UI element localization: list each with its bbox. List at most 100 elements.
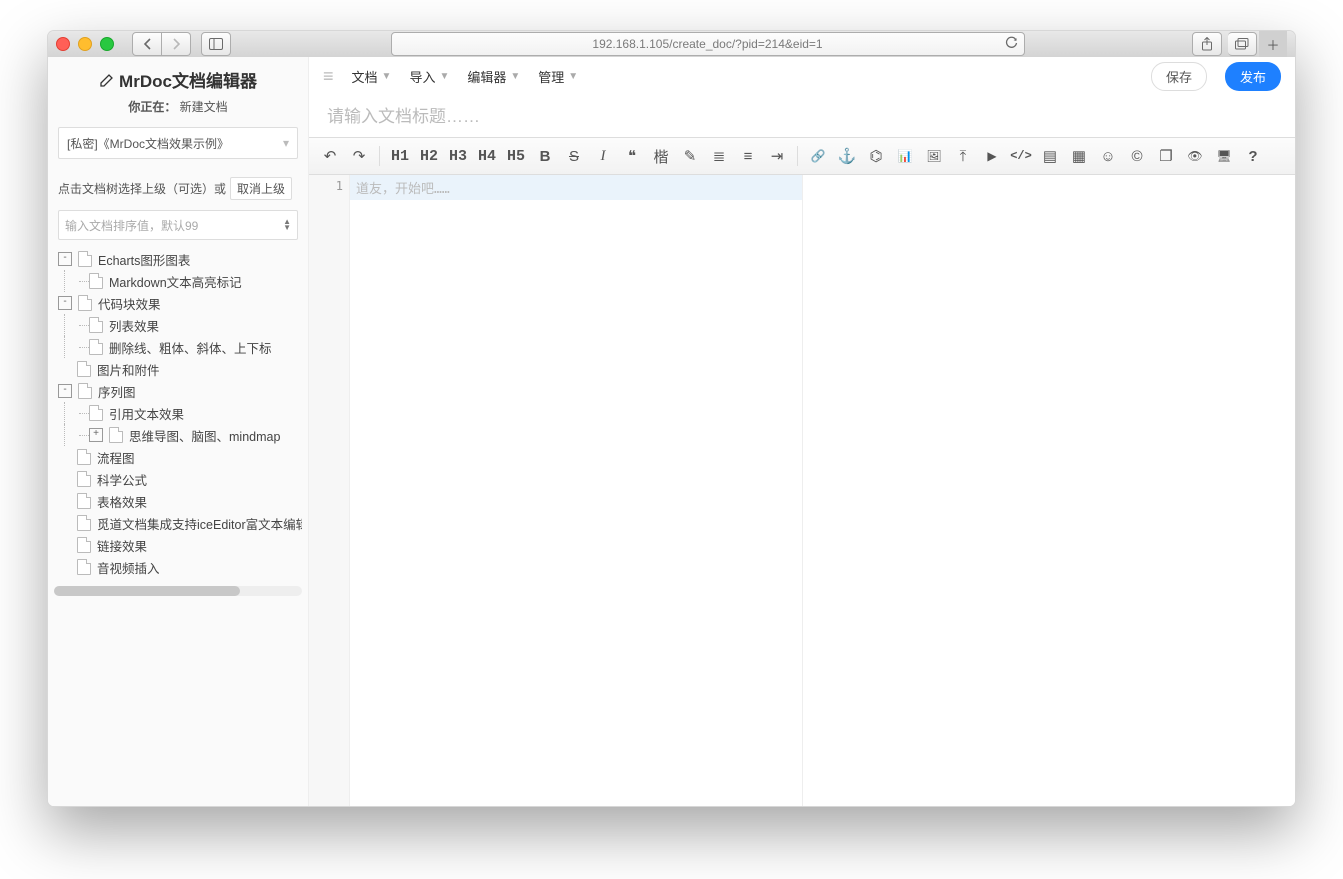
tree-label: 科学公式 — [97, 470, 147, 489]
forward-button[interactable] — [162, 32, 191, 56]
publish-button[interactable]: 发布 — [1225, 62, 1281, 91]
redo-button[interactable]: ↷ — [346, 143, 372, 169]
reload-icon[interactable] — [1005, 36, 1018, 49]
sort-placeholder: 输入文档排序值，默认99 — [65, 217, 198, 234]
tree-item[interactable]: 链接效果 — [58, 534, 302, 556]
copyright-button[interactable]: © — [1124, 143, 1150, 169]
file-icon — [77, 449, 91, 465]
h3-button[interactable]: H3 — [445, 143, 471, 169]
file-icon — [77, 471, 91, 487]
bold-button[interactable]: B — [532, 143, 558, 169]
image-button[interactable]: 🖼 — [921, 143, 947, 169]
menubar: ≡ 文档 ▼ 导入 ▼ 编辑器 ▼ 管理 ▼ 保存 发布 — [309, 57, 1295, 96]
menu-文档[interactable]: 文档 ▼ — [352, 67, 392, 86]
tree-item[interactable]: 图片和附件 — [58, 358, 302, 380]
help-button[interactable]: ? — [1240, 143, 1266, 169]
indent-button[interactable]: ⇥ — [764, 143, 790, 169]
sitemap-button[interactable]: ⌬ — [863, 143, 889, 169]
h1-button[interactable]: H1 — [387, 143, 413, 169]
tree-label: 表格效果 — [97, 492, 147, 511]
zoom-icon[interactable] — [100, 37, 114, 51]
chevron-down-icon: ▾ — [283, 136, 289, 150]
tree-label: 列表效果 — [109, 316, 159, 335]
h5-button[interactable]: H5 — [503, 143, 529, 169]
brush-icon[interactable]: ✎ — [677, 143, 703, 169]
file-icon — [77, 559, 91, 575]
subtitle-prefix: 你正在： — [128, 100, 176, 114]
doc-tree[interactable]: -Echarts图形图表Markdown文本高亮标记-代码块效果列表效果删除线、… — [48, 248, 308, 584]
number-stepper[interactable]: ▲▼ — [283, 219, 291, 231]
nav-buttons — [132, 32, 191, 56]
file-icon — [78, 383, 92, 399]
project-selected: [私密]《MrDoc文档效果示例》 — [67, 135, 229, 152]
ul-button[interactable]: ≣ — [706, 143, 732, 169]
save-button[interactable]: 保存 — [1151, 62, 1207, 91]
expand-toggle[interactable]: - — [58, 296, 72, 310]
share-button[interactable] — [1192, 32, 1222, 56]
codeblock-button[interactable]: ▤ — [1037, 143, 1063, 169]
menu-编辑器[interactable]: 编辑器 ▼ — [467, 67, 520, 86]
tree-item[interactable]: 科学公式 — [58, 468, 302, 490]
horizontal-scrollbar[interactable] — [54, 586, 302, 596]
ol-button[interactable]: ≡ — [735, 143, 761, 169]
tree-item[interactable]: 觅道文档集成支持iceEditor富文本编辑！ — [58, 512, 302, 534]
sidebar-toggle-button[interactable] — [201, 32, 231, 56]
chart-button[interactable]: 📊 — [892, 143, 918, 169]
expand-toggle[interactable]: - — [58, 252, 72, 266]
sidebar: MrDoc文档编辑器 你正在： 新建文档 [私密]《MrDoc文档效果示例》 ▾… — [48, 57, 309, 806]
new-tab-button[interactable]: ＋ — [1259, 31, 1287, 57]
close-icon[interactable] — [56, 37, 70, 51]
tree-item[interactable]: 音视频插入 — [58, 556, 302, 578]
minimize-icon[interactable] — [78, 37, 92, 51]
chevron-down-icon: ▼ — [568, 71, 578, 82]
tree-item[interactable]: 删除线、粗体、斜体、上下标 — [58, 336, 302, 358]
scrollbar-thumb[interactable] — [54, 586, 240, 596]
editor-source[interactable]: 1 道友，开始吧…… — [309, 175, 803, 806]
undo-button[interactable]: ↶ — [317, 143, 343, 169]
fullscreen-button[interactable]: 🖥 — [1211, 143, 1237, 169]
preview-toggle-button[interactable]: 👁 — [1182, 143, 1208, 169]
editor-toolbar: ↶ ↷ H1 H2 H3 H4 H5 B S I ❝ 楷 ✎ ≣ ≡ ⇥ — [309, 137, 1295, 175]
chevron-down-icon: ▼ — [510, 71, 520, 82]
tree-item[interactable]: 表格效果 — [58, 490, 302, 512]
sort-input[interactable]: 输入文档排序值，默认99 ▲▼ — [58, 210, 298, 240]
expand-toggle[interactable]: - — [58, 384, 72, 398]
tree-label: 流程图 — [97, 448, 135, 467]
tabs-button[interactable] — [1228, 32, 1257, 56]
tree-item[interactable]: +思维导图、脑图、mindmap — [58, 424, 302, 446]
window-button[interactable]: ❐ — [1153, 143, 1179, 169]
file-icon — [89, 273, 103, 289]
tree-item[interactable]: -Echarts图形图表 — [58, 248, 302, 270]
link-button[interactable]: 🔗 — [805, 143, 831, 169]
code-button[interactable]: </> — [1008, 143, 1034, 169]
project-select[interactable]: [私密]《MrDoc文档效果示例》 ▾ — [58, 127, 298, 159]
video-button[interactable]: ▶ — [979, 143, 1005, 169]
upload-button[interactable]: ⤒ — [950, 143, 976, 169]
italic-button[interactable]: I — [590, 143, 616, 169]
doc-title-input[interactable]: 请输入文档标题…… — [309, 96, 1295, 137]
cancel-parent-button[interactable]: 取消上级 — [230, 177, 292, 200]
address-bar[interactable]: 192.168.1.105/create_doc/?pid=214&eid=1 — [391, 32, 1025, 56]
emoji-button[interactable]: ☺ — [1095, 143, 1121, 169]
tree-item[interactable]: 流程图 — [58, 446, 302, 468]
tree-item[interactable]: Markdown文本高亮标记 — [58, 270, 302, 292]
strike-button[interactable]: S — [561, 143, 587, 169]
tree-item[interactable]: -序列图 — [58, 380, 302, 402]
main-panel: ≡ 文档 ▼ 导入 ▼ 编辑器 ▼ 管理 ▼ 保存 发布 请输入文档标题…… ↶ ↷ … — [309, 57, 1295, 806]
table-button[interactable]: ▦ — [1066, 143, 1092, 169]
toolbar-right — [1192, 32, 1257, 56]
tree-item[interactable]: -代码块效果 — [58, 292, 302, 314]
expand-toggle[interactable]: + — [89, 428, 103, 442]
back-button[interactable] — [132, 32, 162, 56]
menu-导入[interactable]: 导入 ▼ — [409, 67, 449, 86]
tree-item[interactable]: 引用文本效果 — [58, 402, 302, 424]
h2-button[interactable]: H2 — [416, 143, 442, 169]
font-kai-button[interactable]: 楷 — [648, 143, 674, 169]
tree-item[interactable]: 列表效果 — [58, 314, 302, 336]
anchor-button[interactable]: ⚓ — [834, 143, 860, 169]
menu-icon[interactable]: ≡ — [323, 66, 334, 87]
parent-hint: 点击文档树选择上级（可选）或 — [58, 180, 226, 197]
menu-管理[interactable]: 管理 ▼ — [538, 67, 578, 86]
quote-button[interactable]: ❝ — [619, 143, 645, 169]
h4-button[interactable]: H4 — [474, 143, 500, 169]
